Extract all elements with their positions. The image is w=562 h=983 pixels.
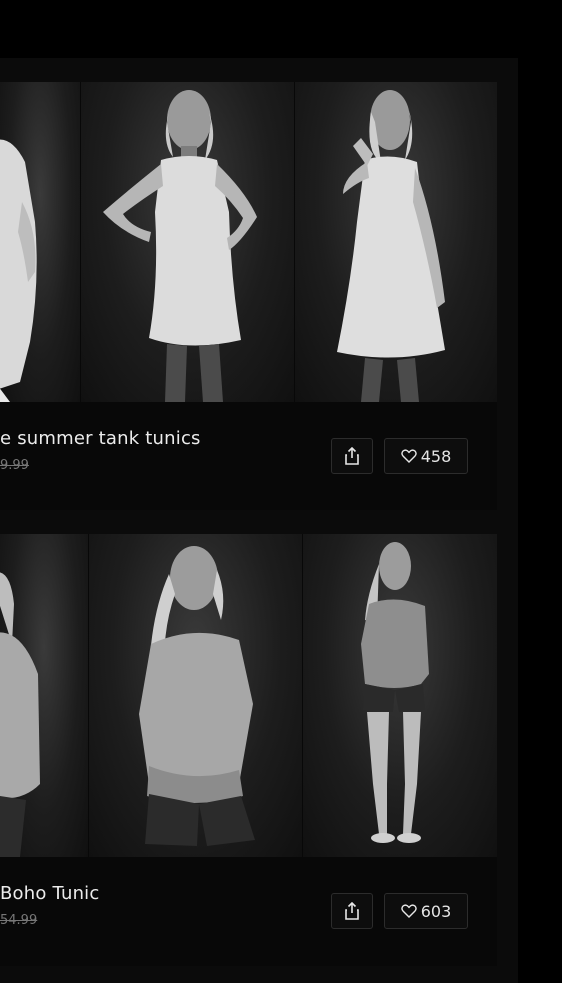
pin-title[interactable]: Boho Tunic <box>0 883 99 904</box>
pin-photo[interactable] <box>303 534 497 857</box>
pin-price: 54.99 <box>0 913 38 928</box>
share-button[interactable] <box>331 438 373 474</box>
heart-icon <box>400 904 417 918</box>
page: e summer tank tunics 9.99 458 Boho Tunic… <box>0 0 562 983</box>
like-count: 603 <box>420 901 452 921</box>
pin-price: 9.99 <box>0 458 29 473</box>
like-button[interactable]: 603 <box>384 893 468 929</box>
pin-photo[interactable] <box>0 82 80 402</box>
pin-card[interactable]: Boho Tunic 54.99 603 <box>0 534 497 966</box>
pin-photo[interactable] <box>81 82 294 402</box>
tunic-photo <box>0 572 40 857</box>
pin-photo[interactable] <box>89 534 302 857</box>
tunic-photo <box>361 542 429 843</box>
tunic-photo <box>139 546 255 846</box>
pin-photo-strip[interactable] <box>0 534 497 857</box>
pin-card[interactable]: e summer tank tunics 9.99 458 <box>0 82 497 510</box>
pin-feed: e summer tank tunics 9.99 458 Boho Tunic… <box>0 58 518 983</box>
pin-info: Boho Tunic 54.99 603 <box>0 857 497 966</box>
dress-photo <box>103 90 257 402</box>
share-icon <box>344 902 360 920</box>
pin-info: e summer tank tunics 9.99 458 <box>0 402 497 510</box>
pin-title[interactable]: e summer tank tunics <box>0 428 201 449</box>
share-icon <box>344 447 360 465</box>
dress-photo <box>337 90 445 402</box>
heart-icon <box>400 449 417 463</box>
share-button[interactable] <box>331 893 373 929</box>
pin-photo-strip[interactable] <box>0 82 497 402</box>
dress-photo <box>0 139 37 402</box>
pin-photo[interactable] <box>0 534 88 857</box>
like-button[interactable]: 458 <box>384 438 468 474</box>
pin-photo[interactable] <box>295 82 497 402</box>
like-count: 458 <box>420 446 452 466</box>
